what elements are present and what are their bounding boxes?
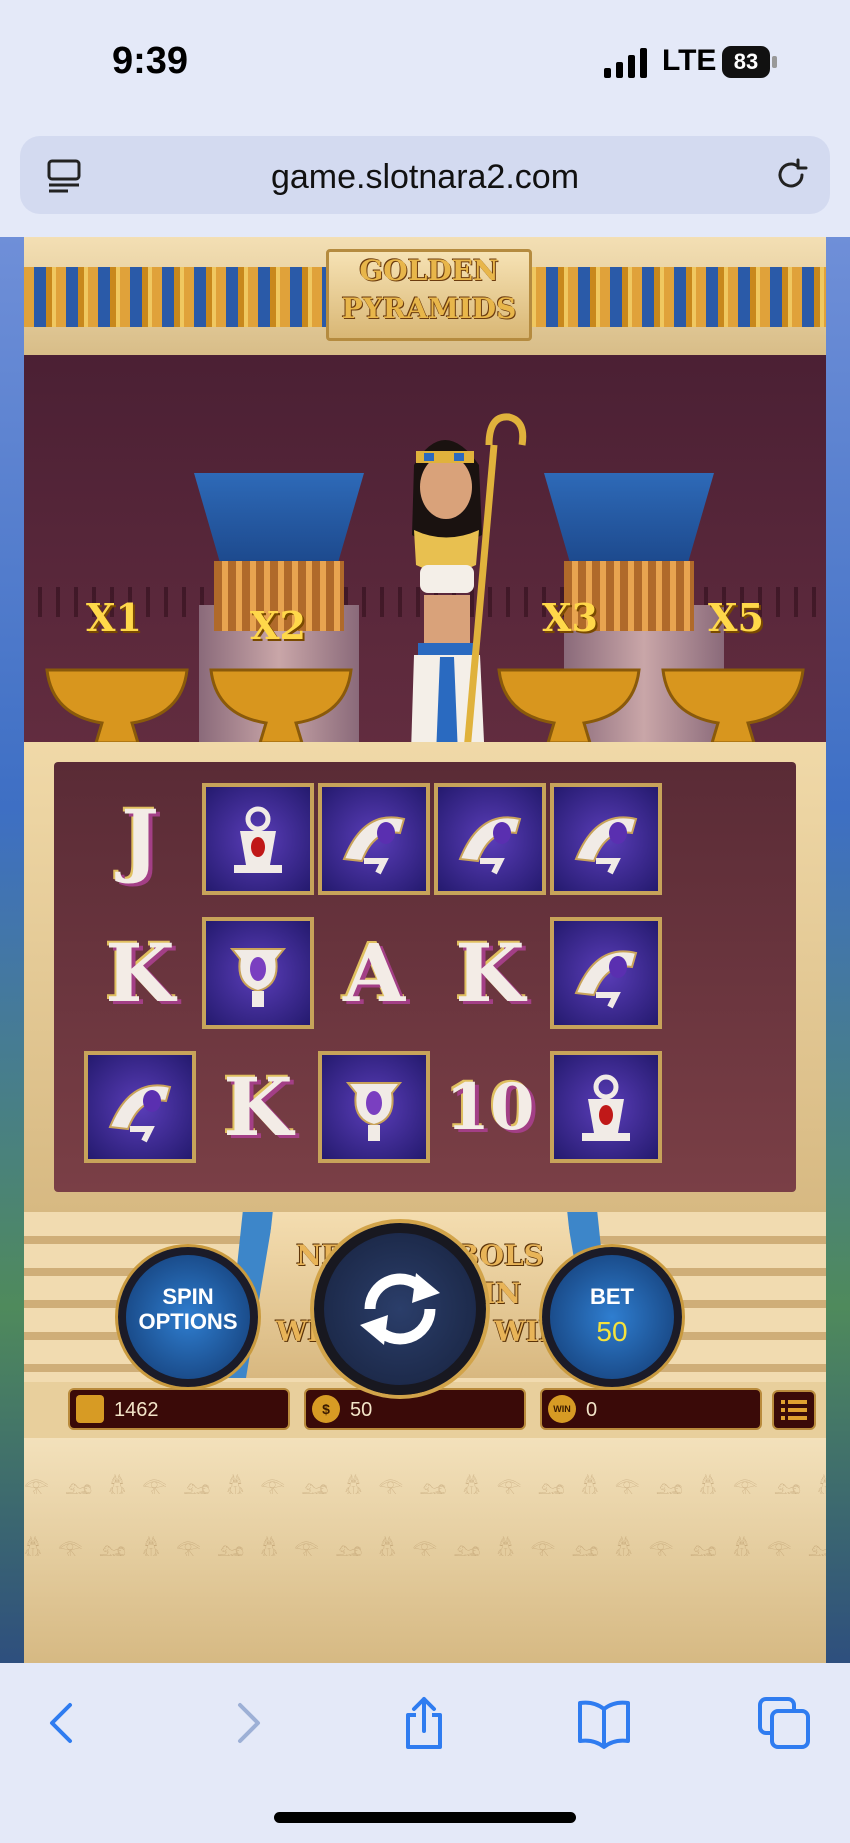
reload-icon[interactable] [772, 156, 810, 194]
bet-value: 50 [350, 1399, 373, 1421]
home-indicator[interactable] [274, 1812, 576, 1823]
symbol-letter: A [342, 926, 406, 1020]
forward-icon[interactable] [218, 1695, 274, 1751]
symbol-letter: K [223, 1060, 293, 1154]
bet-button-value: 50 [596, 1316, 628, 1347]
game-logo: GOLDEN PYRAMIDS [326, 249, 532, 341]
status-time: 9:39 [112, 40, 189, 82]
symbol-letter: K [455, 926, 525, 1020]
eye-icon [108, 1084, 172, 1143]
eye-icon [574, 816, 638, 875]
multiplier-x1: X1 [86, 595, 142, 640]
win-field: WIN 0 [540, 1388, 762, 1430]
spin-button[interactable] [314, 1223, 486, 1395]
multiplier-x2: X2 [250, 603, 306, 648]
tabs-icon[interactable] [756, 1695, 812, 1751]
hieroglyph-band: 𓂀 𓃭 𓆣 𓂀 𓃭 𓆣 𓂀 𓃭 𓆣 𓂀 𓃭 𓆣 𓂀 𓃭 𓆣 𓂀 𓃭 𓆣 𓂀 𓃭 … [24, 1475, 826, 1494]
balance-field: 1462 [68, 1388, 290, 1430]
spin-options-button[interactable]: SPIN OPTIONS [118, 1247, 258, 1387]
reel-symbol-10: 10 [434, 1051, 546, 1163]
eye-icon [458, 816, 522, 875]
reel-symbol-K: K [202, 1051, 314, 1163]
reel-symbol-eye [550, 783, 662, 895]
golden-bowl-icon [209, 668, 353, 745]
win-value: 0 [586, 1399, 598, 1421]
bet-button[interactable]: BET 50 [542, 1247, 682, 1387]
golden-bowl-icon [497, 668, 641, 745]
amulet-icon [229, 948, 287, 1007]
red-vase-icon [582, 1074, 630, 1141]
symbol-letter: 10 [445, 1069, 535, 1145]
reel-symbol-K: K [434, 917, 546, 1029]
reel-symbol-red-vase [202, 783, 314, 895]
reel-symbol-eye [318, 783, 430, 895]
reel-symbol-amulet [202, 917, 314, 1029]
multiplier-x3: X3 [542, 595, 598, 640]
wallet-icon [76, 1395, 104, 1423]
url-text[interactable]: game.slotnara2.com [20, 158, 830, 197]
reel-symbol-J: J [84, 783, 196, 895]
network-type: LTE [662, 44, 717, 77]
reel-symbol-K: K [84, 917, 196, 1029]
address-bar[interactable]: game.slotnara2.com [20, 136, 830, 214]
win-icon: WIN [548, 1395, 576, 1423]
reel-symbol-A: A [318, 917, 430, 1029]
reel-symbol-eye [84, 1051, 196, 1163]
page-background-right [826, 237, 850, 1663]
bet-button-label: BET [590, 1284, 634, 1309]
symbol-letter: J [121, 792, 159, 886]
back-icon[interactable] [36, 1695, 92, 1751]
spin-arrows-icon [360, 1273, 440, 1345]
red-vase-icon [234, 806, 282, 873]
reel-symbol-red-vase [550, 1051, 662, 1163]
battery-level: 83 [733, 49, 759, 74]
amulet-icon [345, 1082, 403, 1141]
bet-field: $ 50 [304, 1388, 526, 1430]
reel-symbol-amulet [318, 1051, 430, 1163]
pillar-capital-right [544, 473, 714, 561]
pillar-capital-left [194, 473, 364, 561]
share-icon[interactable] [396, 1695, 452, 1751]
spin-options-label-1: SPIN [162, 1284, 214, 1309]
eye-icon [342, 816, 406, 875]
balance-value: 1462 [114, 1399, 159, 1421]
logo-line-2: PYRAMIDS [341, 292, 517, 325]
list-menu-icon [781, 1400, 807, 1420]
control-panel: 𓂀 𓃭 𓆣 𓂀 𓃭 𓆣 𓂀 𓃭 𓆣 𓂀 𓃭 𓆣 𓂀 𓃭 𓆣 𓂀 𓃭 𓆣 𓂀 𓃭 … [24, 1438, 826, 1663]
eye-icon [574, 950, 638, 1009]
reel-symbol-eye [434, 783, 546, 895]
bookmarks-icon[interactable] [576, 1695, 632, 1751]
reel-symbol-eye [550, 917, 662, 1029]
coin-icon: $ [312, 1395, 340, 1423]
battery-icon: 83 [722, 46, 778, 78]
hieroglyph-band: 𓆣 𓂀 𓃭 𓆣 𓂀 𓃭 𓆣 𓂀 𓃭 𓆣 𓂀 𓃭 𓆣 𓂀 𓃭 𓆣 𓂀 𓃭 𓆣 𓂀 … [24, 1537, 826, 1556]
golden-bowl-icon [661, 668, 805, 745]
menu-button[interactable] [772, 1390, 816, 1430]
golden-bowl-icon [45, 668, 189, 745]
logo-line-1: GOLDEN [359, 254, 499, 287]
symbol-letter: K [105, 926, 175, 1020]
slot-game-canvas[interactable]: GOLDEN PYRAMIDS X1 X2 X3 X5 IN WIN 1462 … [24, 237, 826, 1663]
spin-options-label-2: OPTIONS [138, 1309, 238, 1334]
multiplier-x5: X5 [708, 595, 764, 640]
page-background-left [0, 237, 24, 1663]
cellular-signal-icon [604, 48, 647, 78]
